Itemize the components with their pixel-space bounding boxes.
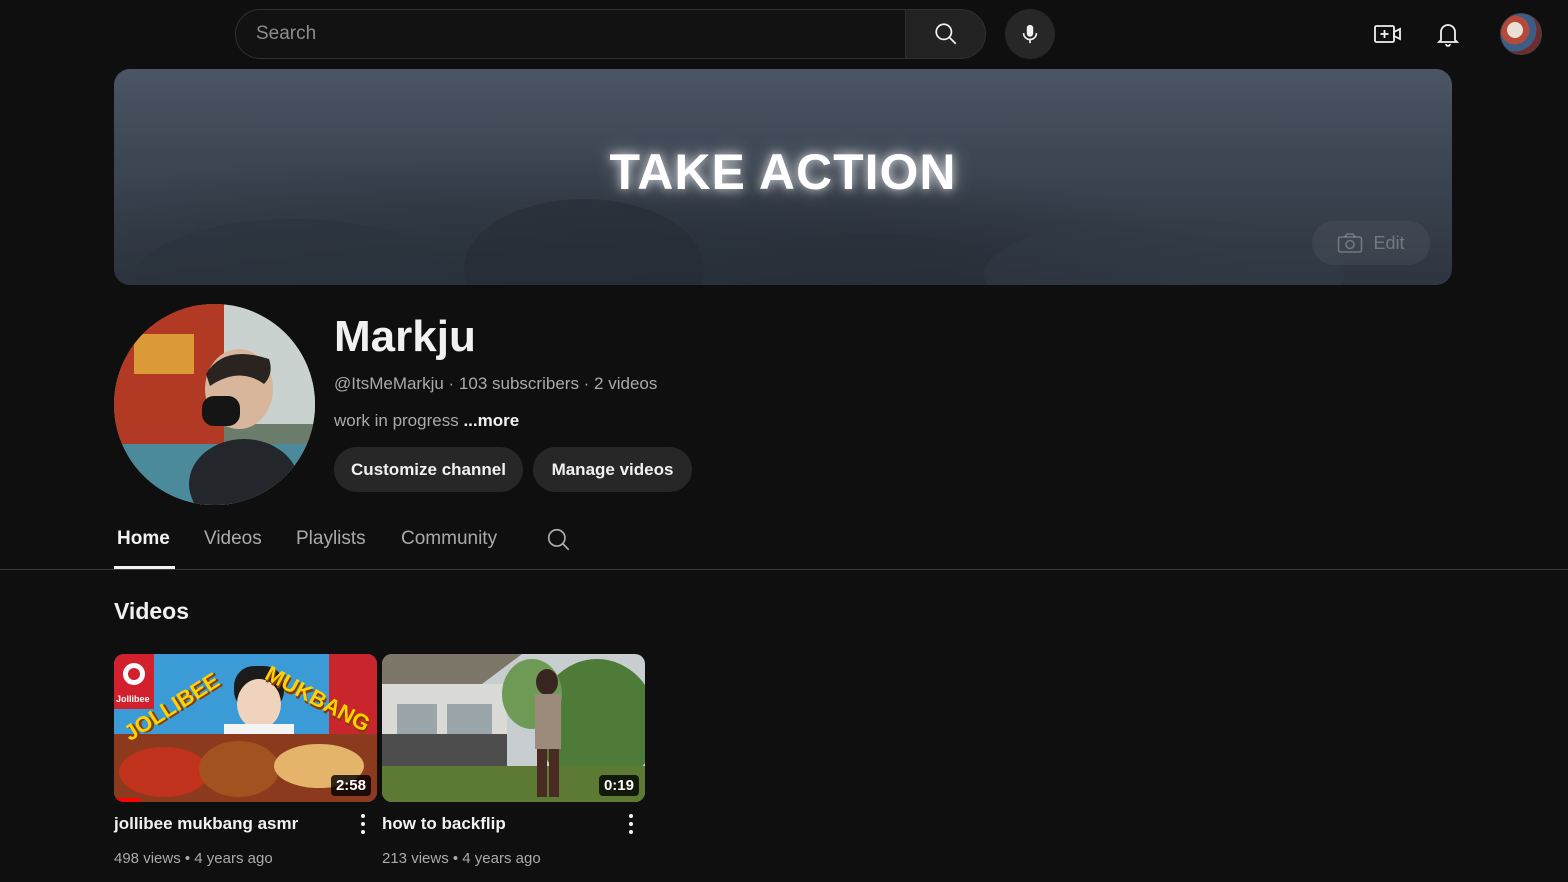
video-title[interactable]: jollibee mukbang asmr xyxy=(114,814,298,834)
channel-avatar[interactable] xyxy=(114,304,315,505)
video-title[interactable]: how to backflip xyxy=(382,814,506,834)
channel-name: Markju xyxy=(334,312,476,361)
video-more-actions-button[interactable] xyxy=(625,812,637,836)
description-more-link[interactable]: ...more xyxy=(463,411,519,430)
notifications-bell-icon xyxy=(1436,24,1460,47)
active-tab-indicator xyxy=(114,566,175,569)
video-meta: 213 views • 4 years ago xyxy=(382,850,541,867)
channel-avatar-photo xyxy=(114,304,315,505)
banner-title: TAKE ACTION xyxy=(609,144,957,200)
tab-videos[interactable]: Videos xyxy=(204,528,262,550)
tab-community[interactable]: Community xyxy=(401,528,497,550)
voice-search-button[interactable] xyxy=(1005,9,1055,59)
video-thumbnail[interactable]: Jollibee JOLLIBEE MUKBANG 2:58 xyxy=(114,654,377,802)
channel-banner: TAKE ACTION Edit xyxy=(114,69,1452,285)
video-thumbnail[interactable]: 0:19 xyxy=(382,654,645,802)
account-avatar[interactable] xyxy=(1500,13,1542,55)
search-button[interactable] xyxy=(905,9,986,59)
video-more-actions-button[interactable] xyxy=(357,812,369,836)
banner-edit-button[interactable]: Edit xyxy=(1312,221,1430,265)
search-input[interactable] xyxy=(256,23,906,45)
thumbnail-brand: Jollibee xyxy=(116,694,150,704)
video-card: Jollibee JOLLIBEE MUKBANG 2:58 jollibee … xyxy=(114,654,377,867)
customize-channel-button[interactable]: Customize channel xyxy=(334,447,523,492)
manage-videos-button[interactable]: Manage videos xyxy=(533,447,692,492)
search-icon xyxy=(934,23,956,45)
video-card: 0:19 how to backflip 213 views • 4 years… xyxy=(382,654,645,867)
notifications-button[interactable] xyxy=(1428,14,1468,54)
tab-search-button[interactable] xyxy=(546,527,572,558)
channel-description-text: work in progress xyxy=(334,411,459,430)
tab-home[interactable]: Home xyxy=(117,528,170,550)
masthead xyxy=(0,0,1568,68)
channel-description: work in progress ...more xyxy=(334,411,519,431)
video-duration: 2:58 xyxy=(330,775,371,796)
channel-meta: @ItsMeMarkju · 103 subscribers · 2 video… xyxy=(334,374,658,393)
camera-icon xyxy=(1338,233,1363,253)
channel-tabs: Home Videos Playlists Community xyxy=(0,520,1568,570)
video-duration: 0:19 xyxy=(598,775,639,796)
search-box xyxy=(235,9,906,59)
section-title: Videos xyxy=(114,598,189,624)
microphone-icon xyxy=(1022,24,1038,44)
banner-edit-label: Edit xyxy=(1373,232,1405,253)
create-video-icon xyxy=(1374,25,1401,43)
search-icon xyxy=(547,528,570,551)
tab-playlists[interactable]: Playlists xyxy=(296,528,366,550)
create-button[interactable] xyxy=(1368,14,1408,54)
video-meta: 498 views • 4 years ago xyxy=(114,850,273,867)
